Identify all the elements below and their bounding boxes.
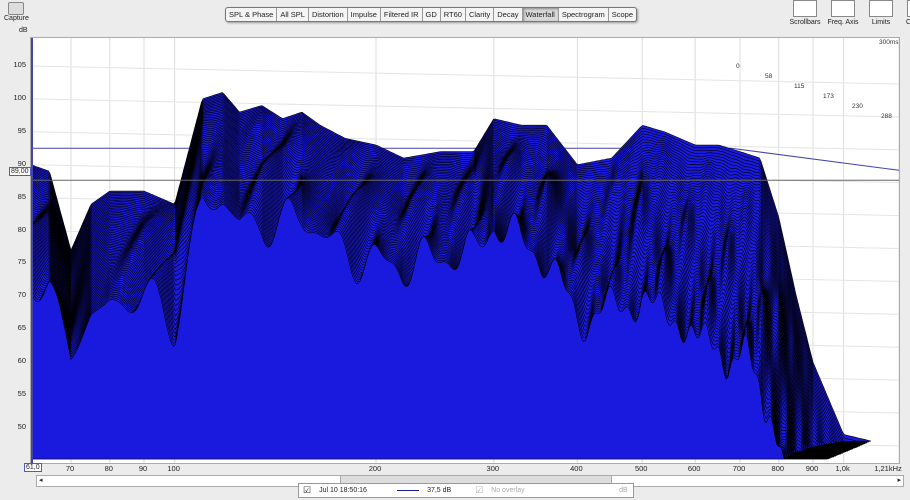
y-tick-label: 70 bbox=[17, 290, 26, 300]
grid-line-y bbox=[30, 131, 900, 151]
x-tick-label: 1,0k bbox=[835, 464, 850, 473]
y-tick-label: 75 bbox=[17, 257, 26, 267]
y-tick-label: 65 bbox=[17, 323, 26, 333]
freq-axis-button[interactable]: Freq. Axis bbox=[826, 0, 860, 26]
y-tick-label: 55 bbox=[17, 389, 26, 398]
tab-clarity[interactable]: Clarity bbox=[466, 8, 495, 21]
y-tick-label: 100 bbox=[13, 92, 26, 102]
measurement-line-swatch bbox=[397, 490, 420, 491]
cursor-level-readout: 89,00 bbox=[9, 167, 31, 176]
scroll-left-arrow[interactable]: ◂ bbox=[39, 476, 43, 484]
right-toolbar: ScrollbarsFreq. AxisLimits Controls bbox=[788, 0, 910, 26]
x-tick-label: 700 bbox=[732, 464, 746, 473]
scrollbars-button[interactable]: Scrollbars bbox=[788, 0, 822, 26]
limits-button[interactable]: Limits bbox=[864, 0, 898, 26]
tab-spl-phase[interactable]: SPL & Phase bbox=[226, 8, 278, 21]
controls-button[interactable]: Controls bbox=[902, 0, 910, 26]
tab-gd[interactable]: GD bbox=[423, 8, 441, 21]
x-tick-label: 90 bbox=[138, 464, 148, 473]
x-tick-label: 600 bbox=[687, 464, 701, 473]
x-tick-label: 80 bbox=[104, 464, 113, 473]
x-tick-label: 200 bbox=[368, 464, 382, 473]
x-tick-label: 500 bbox=[634, 464, 648, 473]
x-tick-label: 400 bbox=[570, 464, 583, 473]
y-unit-label: dB bbox=[19, 27, 28, 34]
time-axis-label: 230 bbox=[852, 103, 863, 110]
y-tick-label: 50 bbox=[17, 421, 26, 431]
measurement-name: Jul 10 18:50:16 bbox=[319, 487, 367, 494]
x-tick-label: 1,21kHz bbox=[874, 464, 902, 473]
y-tick-label: 60 bbox=[17, 356, 26, 366]
x-tick-label: 900 bbox=[805, 464, 819, 473]
y-tick-label: 105 bbox=[13, 60, 26, 69]
cursor-freq-readout: 61,0 bbox=[24, 463, 42, 472]
scroll-right-arrow[interactable]: ▸ bbox=[897, 476, 901, 484]
y-tick-label: 85 bbox=[17, 191, 26, 201]
freq-axis-icon bbox=[831, 0, 855, 17]
tab-scope[interactable]: Scope bbox=[609, 8, 636, 21]
y-tick-label: 95 bbox=[17, 125, 26, 135]
scrollbars-icon bbox=[793, 0, 817, 17]
grid-line-y bbox=[30, 98, 900, 118]
tab-decay[interactable]: Decay bbox=[494, 8, 523, 21]
overlay-name: No overlay bbox=[491, 487, 525, 494]
waterfall-svg: 0 58 115 173 230 288 300ms bbox=[30, 38, 900, 463]
x-tick-label: 300 bbox=[486, 464, 500, 473]
tab-all-spl[interactable]: All SPL bbox=[277, 8, 309, 21]
camera-icon bbox=[8, 2, 25, 15]
legend-bar: ☑ Jul 10 18:50:16 37,5 dB ☑ No overlay d… bbox=[298, 483, 634, 498]
time-axis-label: 115 bbox=[794, 83, 805, 90]
tab-waterfall[interactable]: Waterfall bbox=[522, 8, 559, 21]
tab-impulse[interactable]: Impulse bbox=[348, 8, 381, 21]
overlay-unit: dB bbox=[619, 487, 628, 494]
y-tick-label: 80 bbox=[17, 224, 26, 234]
time-end-label: 300ms bbox=[879, 39, 899, 46]
tab-bar: SPL & Phase All SPL Distortion Impulse Filte… bbox=[225, 7, 638, 22]
waterfall-plot[interactable]: 0 58 115 173 230 288 300ms bbox=[30, 37, 900, 464]
x-tick-label: 100 bbox=[167, 464, 180, 473]
time-axis-label: 288 bbox=[881, 113, 892, 120]
measurement-checkbox[interactable]: ☑ bbox=[303, 485, 311, 496]
limits-icon bbox=[869, 0, 893, 17]
tab-rt60[interactable]: RT60 bbox=[441, 8, 466, 21]
tab-distortion[interactable]: Distortion bbox=[309, 8, 348, 21]
overlay-checkbox[interactable]: ☑ bbox=[475, 485, 483, 496]
time-axis-label: 58 bbox=[765, 73, 773, 80]
x-tick-label: 70 bbox=[65, 464, 75, 473]
measurement-value: 37,5 dB bbox=[427, 487, 452, 494]
tab-filtered-ir[interactable]: Filtered IR bbox=[381, 8, 423, 21]
x-tick-label: 800 bbox=[771, 464, 785, 473]
tab-spectrogram[interactable]: Spectrogram bbox=[559, 8, 609, 21]
time-axis-label: 0 bbox=[736, 63, 740, 70]
capture-button[interactable]: Capture bbox=[4, 2, 29, 22]
time-axis-label: 173 bbox=[823, 93, 834, 100]
